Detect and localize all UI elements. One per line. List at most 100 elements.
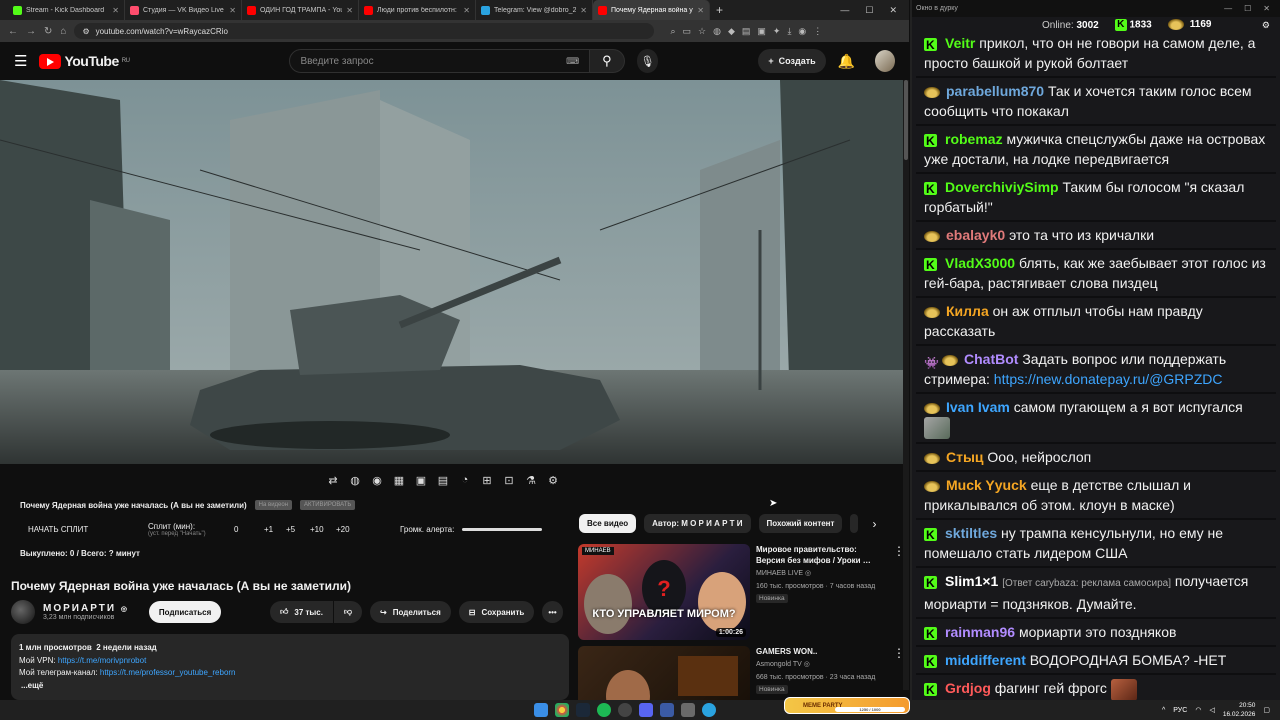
show-more-link[interactable]: ...ещё [21,680,561,693]
language-indicator[interactable]: РУС [1173,707,1187,714]
channel-name[interactable]: МОРИАРТИ ◎ [43,603,127,614]
chat-username[interactable]: Grdjog [945,680,991,696]
reload-icon[interactable]: ↻ [44,26,52,37]
create-button[interactable]: + Создать [758,49,826,73]
chat-username[interactable]: ChatBot [964,351,1018,367]
maximize-icon[interactable]: ☐ [865,5,873,16]
add-1-button[interactable]: +1 [264,525,286,534]
save-button[interactable]: ⊟ Сохранить [458,601,535,623]
search-button[interactable]: ⚲ [590,49,625,73]
notifications-icon[interactable]: ▢ [1263,706,1270,714]
reply-reference[interactable]: [Ответ carуbaza: реклама самосира] [1002,578,1171,589]
bookmark-star-icon[interactable]: ☆ [698,26,706,37]
extension-icon[interactable]: ▣ [757,26,766,37]
chevron-right-icon[interactable]: › [872,517,876,531]
chat-username[interactable]: Килла [946,303,989,319]
more-options-icon[interactable]: ⋮ [893,646,905,700]
app-icon[interactable] [681,703,695,717]
chat-username[interactable]: VladX3000 [945,255,1015,271]
obs-icon[interactable] [618,703,632,717]
extension-icon[interactable]: ▤ [742,26,751,37]
start-split-button[interactable]: НАЧАТЬ СПЛИТ [28,525,148,534]
browser-tab[interactable]: Студия — VK Видео Live ✕ [125,0,242,20]
maximize-icon[interactable]: ☐ [1244,4,1251,13]
loop-icon[interactable]: ⇄ [326,474,340,487]
close-window-icon[interactable]: ✕ [889,5,897,16]
spotify-icon[interactable] [597,703,611,717]
close-icon[interactable]: ✕ [112,6,119,15]
close-icon[interactable]: ✕ [346,6,353,15]
close-icon[interactable]: ✕ [229,6,236,15]
recommendation-item[interactable]: МИНАЕВ ? КТО УПРАВЛЯЕТ МИРОМ? 1:00:26 Ми… [578,544,905,640]
chat-username[interactable]: parabellum870 [946,83,1044,99]
camera-icon[interactable]: ⊡ [502,474,516,487]
settings-gear-icon[interactable]: ⚙ [546,474,560,487]
telegram-icon[interactable] [702,703,716,717]
extension-icon[interactable]: ◆ [728,26,735,37]
minimize-icon[interactable]: — [840,5,849,16]
chat-username[interactable]: DoverchiviySimp [945,179,1059,195]
more-options-icon[interactable]: ⋮ [893,544,905,640]
share-button[interactable]: ↪ Поделиться [370,601,451,623]
chat-username[interactable]: Veitr [945,35,975,51]
eye-icon[interactable]: ◉ [370,474,384,487]
chip-related[interactable]: Похожий контент [758,514,843,533]
dislike-button[interactable]: 👎︎ [333,601,363,623]
youtube-logo[interactable]: YouTube RU [39,53,130,69]
app-icon[interactable] [660,703,674,717]
new-tab-button[interactable]: + [716,3,723,17]
chip-author[interactable]: Автор: М О Р И А Р Т И [644,514,751,533]
profile-icon[interactable]: ◉ [798,26,806,37]
volume-icon[interactable]: ◁ [1209,706,1214,714]
tray-chevron-icon[interactable]: ^ [1162,707,1165,714]
extensions-puzzle-icon[interactable]: ✦ [773,26,781,37]
chat-username[interactable]: robemaz [945,131,1003,147]
start-icon[interactable] [534,703,548,717]
minimize-icon[interactable]: — [1224,4,1232,13]
telegram-link[interactable]: https://t.me/professor_youtube_reborn [100,668,236,677]
vpn-link[interactable]: https://t.me/morivpnrobot [58,656,146,665]
activate-chip[interactable]: АКТИВИРОВАТЬ [300,500,356,510]
close-icon[interactable]: ✕ [463,6,470,15]
alert-volume-slider[interactable] [462,528,543,531]
browser-tab[interactable]: Stream - Kick Dashboard ✕ [8,0,125,20]
recommendation-channel[interactable]: Asmongold TV ◎ [756,659,887,670]
chip-partial[interactable] [850,514,859,533]
video-player[interactable] [0,80,906,464]
home-icon[interactable]: ⌂ [60,26,66,37]
add-icon[interactable]: ⊞ [480,474,494,487]
close-icon[interactable]: ✕ [580,6,587,15]
chip-all-videos[interactable]: Все видео [579,514,637,533]
extension-chip[interactable]: На видеон [254,500,293,510]
chat-username[interactable]: Muck Yyuck [946,477,1027,493]
cast-icon[interactable]: ▭ [682,26,691,37]
video-thumbnail[interactable]: МИНАЕВ ? КТО УПРАВЛЯЕТ МИРОМ? 1:00:26 [578,544,750,640]
chat-username[interactable]: Стыц [946,449,984,465]
audio-icon[interactable]: ◍ [348,474,362,487]
clip-icon[interactable]: ▦ [392,474,406,487]
page-scrollbar[interactable] [903,80,909,690]
site-info-icon[interactable]: ⚙ [82,27,89,36]
channel-avatar[interactable] [11,600,35,624]
like-button[interactable]: 👍︎ 37 тыс. [270,601,333,623]
subtitles-icon[interactable]: ▤ [436,474,450,487]
add-10-button[interactable]: +10 [310,525,336,534]
discord-icon[interactable] [639,703,653,717]
donate-link[interactable]: https://new.donatepay.ru/@GRPZDC [994,371,1223,387]
url-field[interactable]: ⚙ youtube.com/watch?v=wRaycazCRio [74,23,655,39]
scrollbar-thumb[interactable] [904,80,908,160]
browser-tab[interactable]: ОДИН ГОД ТРАМПА - YouTub… ✕ [242,0,359,20]
subscribe-button[interactable]: Подписаться [148,601,222,623]
zoom-icon[interactable]: ⌕ [670,26,675,37]
steam-icon[interactable] [576,703,590,717]
chat-username[interactable]: ebalayk0 [946,227,1005,243]
voice-search-button[interactable]: 🎙 [636,49,659,73]
chrome-icon[interactable] [555,703,569,717]
user-avatar[interactable] [875,50,895,72]
back-icon[interactable]: ← [8,26,18,37]
menu-dots-icon[interactable]: ⋮ [813,26,822,37]
settings-icon[interactable]: ⚙ [1262,20,1270,31]
download-icon[interactable]: ⤓ [787,26,791,37]
close-window-icon[interactable]: ✕ [1263,4,1270,13]
recommendation-item[interactable]: GAMERS WON.. Asmongold TV ◎ 668 тыс. про… [578,646,905,700]
